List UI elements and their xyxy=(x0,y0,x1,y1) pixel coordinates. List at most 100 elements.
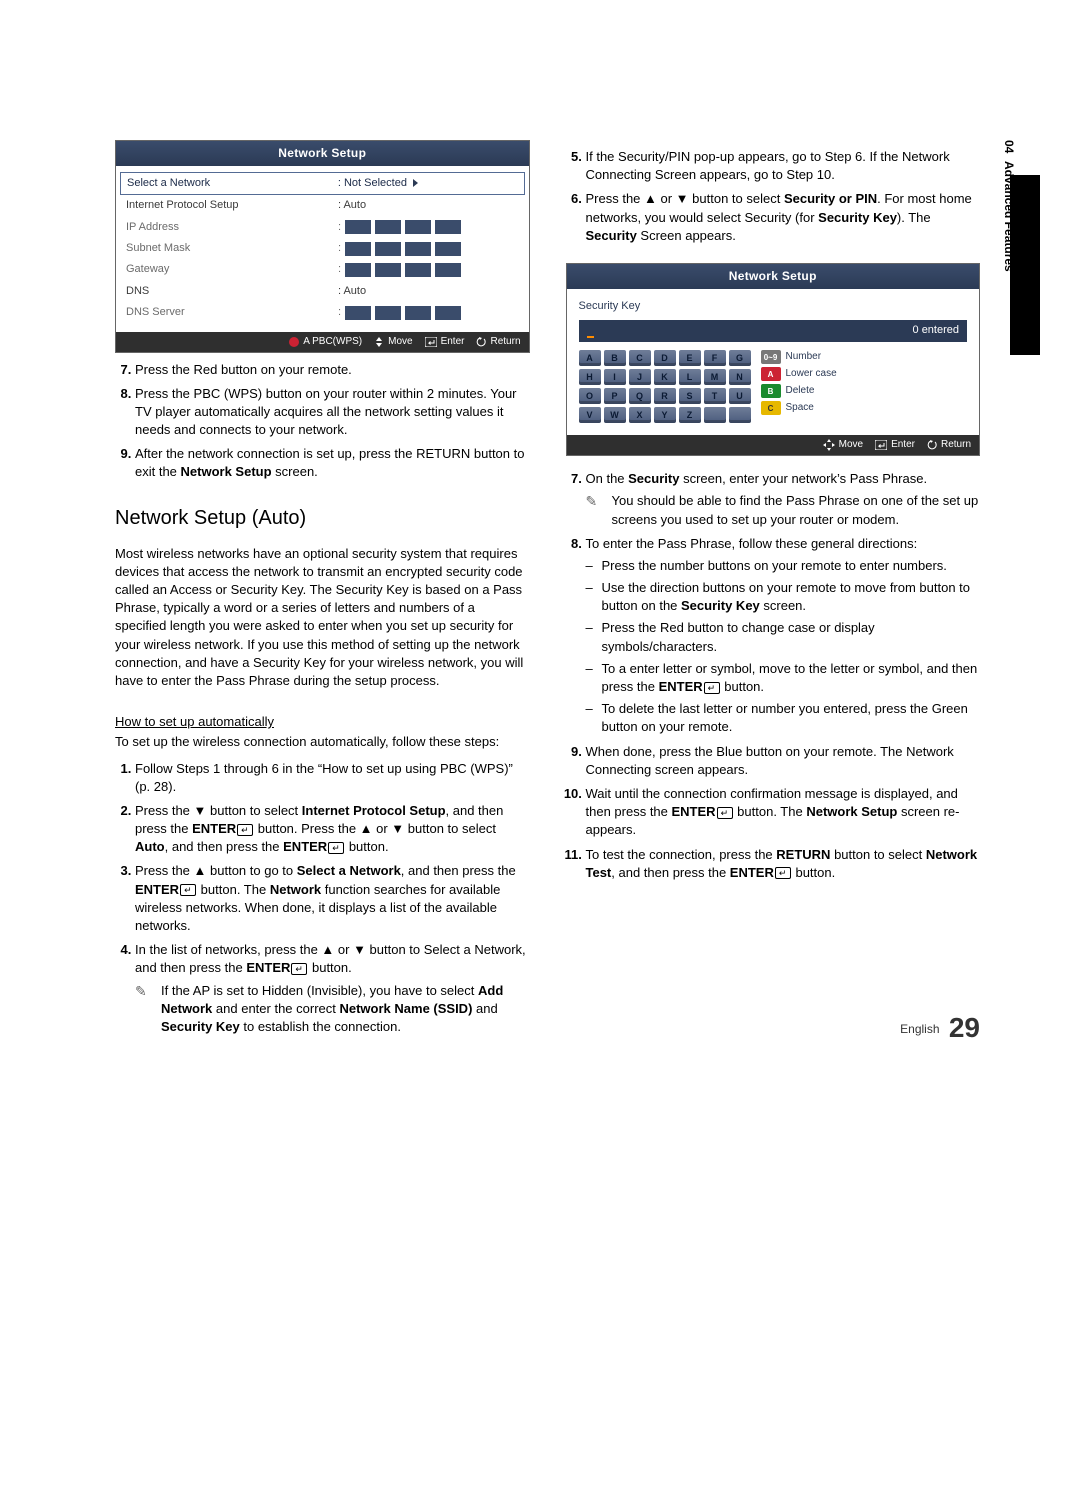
keyboard-key[interactable]: Y xyxy=(654,407,676,423)
page-footer: English 29 xyxy=(900,1012,980,1044)
steps-7-9: Press the Red button on your remote. Pres… xyxy=(115,361,530,482)
step-item: To test the connection, press the RETURN… xyxy=(586,846,981,882)
keyboard-key[interactable]: O xyxy=(579,388,601,404)
howto-heading: How to set up automatically xyxy=(115,713,274,731)
footer-enter: Enter xyxy=(425,335,465,349)
section-heading: Network Setup (Auto) xyxy=(115,504,530,532)
keyboard-key[interactable]: X xyxy=(629,407,651,423)
keyboard-key[interactable]: N xyxy=(729,369,751,385)
howto-steps: Follow Steps 1 through 6 in the “How to … xyxy=(115,760,530,1037)
step-item: Press the Red button on your remote. xyxy=(135,361,530,379)
footer-enter: Enter xyxy=(875,438,915,452)
osd-row[interactable]: Select a Network: Not Selected xyxy=(120,172,525,195)
ip-segment xyxy=(435,242,461,256)
osd-row-label: DNS Server xyxy=(126,305,338,320)
osd-row-value: : Auto xyxy=(338,198,519,213)
ip-segment xyxy=(375,306,401,320)
step-item: When done, press the Blue button on your… xyxy=(586,743,981,779)
keyboard-key[interactable]: T xyxy=(704,388,726,404)
footer-lang: English xyxy=(900,1022,939,1036)
keyboard-key[interactable]: K xyxy=(654,369,676,385)
ip-segment xyxy=(345,242,371,256)
enter-icon xyxy=(291,963,307,975)
ip-segment xyxy=(345,306,371,320)
step-item: On the Security screen, enter your netwo… xyxy=(586,470,981,529)
keyboard-key[interactable]: Q xyxy=(629,388,651,404)
osd-row-label: Internet Protocol Setup xyxy=(126,198,338,213)
osd-row: DNS: Auto xyxy=(126,281,519,302)
osd-row: Gateway: xyxy=(126,259,519,280)
keyboard-key[interactable]: R xyxy=(654,388,676,404)
keyboard-key[interactable]: J xyxy=(629,369,651,385)
keyboard-key[interactable]: Z xyxy=(679,407,701,423)
osd-row: Internet Protocol Setup: Auto xyxy=(126,195,519,216)
ip-segment xyxy=(345,220,371,234)
enter-icon xyxy=(328,842,344,854)
osd-row-value: : xyxy=(338,262,519,277)
keyboard-key[interactable]: W xyxy=(604,407,626,423)
keyboard-key[interactable]: A xyxy=(579,350,601,366)
footer-return: Return xyxy=(927,438,971,452)
osd-title: Network Setup xyxy=(116,141,529,166)
step-item: Press the PBC (WPS) button on your route… xyxy=(135,385,530,440)
osd-row-value: : Auto xyxy=(338,284,519,299)
steps-5-6: If the Security/PIN pop-up appears, go t… xyxy=(566,148,981,245)
ip-segment xyxy=(405,242,431,256)
network-setup-osd: Network Setup Select a Network: Not Sele… xyxy=(115,140,530,353)
keyboard-key[interactable]: C xyxy=(629,350,651,366)
osd-row-label: Select a Network xyxy=(127,176,338,191)
osd-footer: Move Enter Return xyxy=(567,435,980,455)
osd-title: Network Setup xyxy=(567,264,980,289)
a-button-icon xyxy=(289,337,299,347)
keyboard-key[interactable]: H xyxy=(579,369,601,385)
osd-row-value: : Not Selected xyxy=(338,176,518,191)
osd-row-label: IP Address xyxy=(126,220,338,235)
keyboard-key[interactable]: S xyxy=(679,388,701,404)
keyboard-key[interactable]: G xyxy=(729,350,751,366)
step-item: Press the ▼ button to select Internet Pr… xyxy=(135,802,530,857)
ip-segment xyxy=(435,306,461,320)
keyboard-key[interactable]: I xyxy=(604,369,626,385)
security-key-field[interactable]: 0 entered xyxy=(579,320,968,342)
enter-icon xyxy=(180,884,196,896)
step-item: Press the ▲ button to go to Select a Net… xyxy=(135,862,530,935)
keyboard-key[interactable]: D xyxy=(654,350,676,366)
osd-footer: A PBC(WPS) Move Enter Return xyxy=(116,332,529,352)
footer-move: Move xyxy=(374,335,412,349)
sub-item: Use the direction buttons on your remote… xyxy=(586,579,981,615)
ip-segment xyxy=(405,220,431,234)
keyboard-key[interactable]: F xyxy=(704,350,726,366)
legend-lowercase: Lower case xyxy=(786,367,837,381)
chapter-number: 04 xyxy=(1002,140,1016,153)
keyboard-key[interactable]: M xyxy=(704,369,726,385)
enter-icon xyxy=(425,337,437,347)
keyboard-key[interactable]: U xyxy=(729,388,751,404)
step-item: Follow Steps 1 through 6 in the “How to … xyxy=(135,760,530,796)
osd-row-value: : xyxy=(338,305,519,320)
howto-lead: To set up the wireless connection automa… xyxy=(115,733,530,751)
cursor-icon xyxy=(587,336,594,338)
entered-count: 0 entered xyxy=(913,323,959,338)
ip-segment xyxy=(375,263,401,277)
return-icon xyxy=(476,337,486,347)
b-tag-icon: B xyxy=(761,384,781,398)
keyboard-key[interactable]: B xyxy=(604,350,626,366)
sub-item: To a enter letter or symbol, move to the… xyxy=(586,660,981,696)
keyboard-key[interactable]: E xyxy=(679,350,701,366)
keyboard-key[interactable]: V xyxy=(579,407,601,423)
c-tag-icon: C xyxy=(761,401,781,415)
keyboard-key[interactable]: L xyxy=(679,369,701,385)
step-item: Wait until the connection confirmation m… xyxy=(586,785,981,840)
keyboard-key[interactable]: P xyxy=(604,388,626,404)
osd-row-label: Gateway xyxy=(126,262,338,277)
note: If the AP is set to Hidden (Invisible), … xyxy=(135,982,530,1037)
keyboard-legend: 0~9Number ALower case BDelete CSpace xyxy=(761,350,837,423)
ip-segment xyxy=(405,306,431,320)
step-item: Press the ▲ or ▼ button to select Securi… xyxy=(586,190,981,245)
legend-delete: Delete xyxy=(786,384,815,398)
ip-segment xyxy=(435,263,461,277)
page-number: 29 xyxy=(949,1012,980,1043)
enter-icon xyxy=(237,824,253,836)
keyboard-key-blank xyxy=(729,407,751,423)
side-tab-bar xyxy=(1010,175,1040,355)
